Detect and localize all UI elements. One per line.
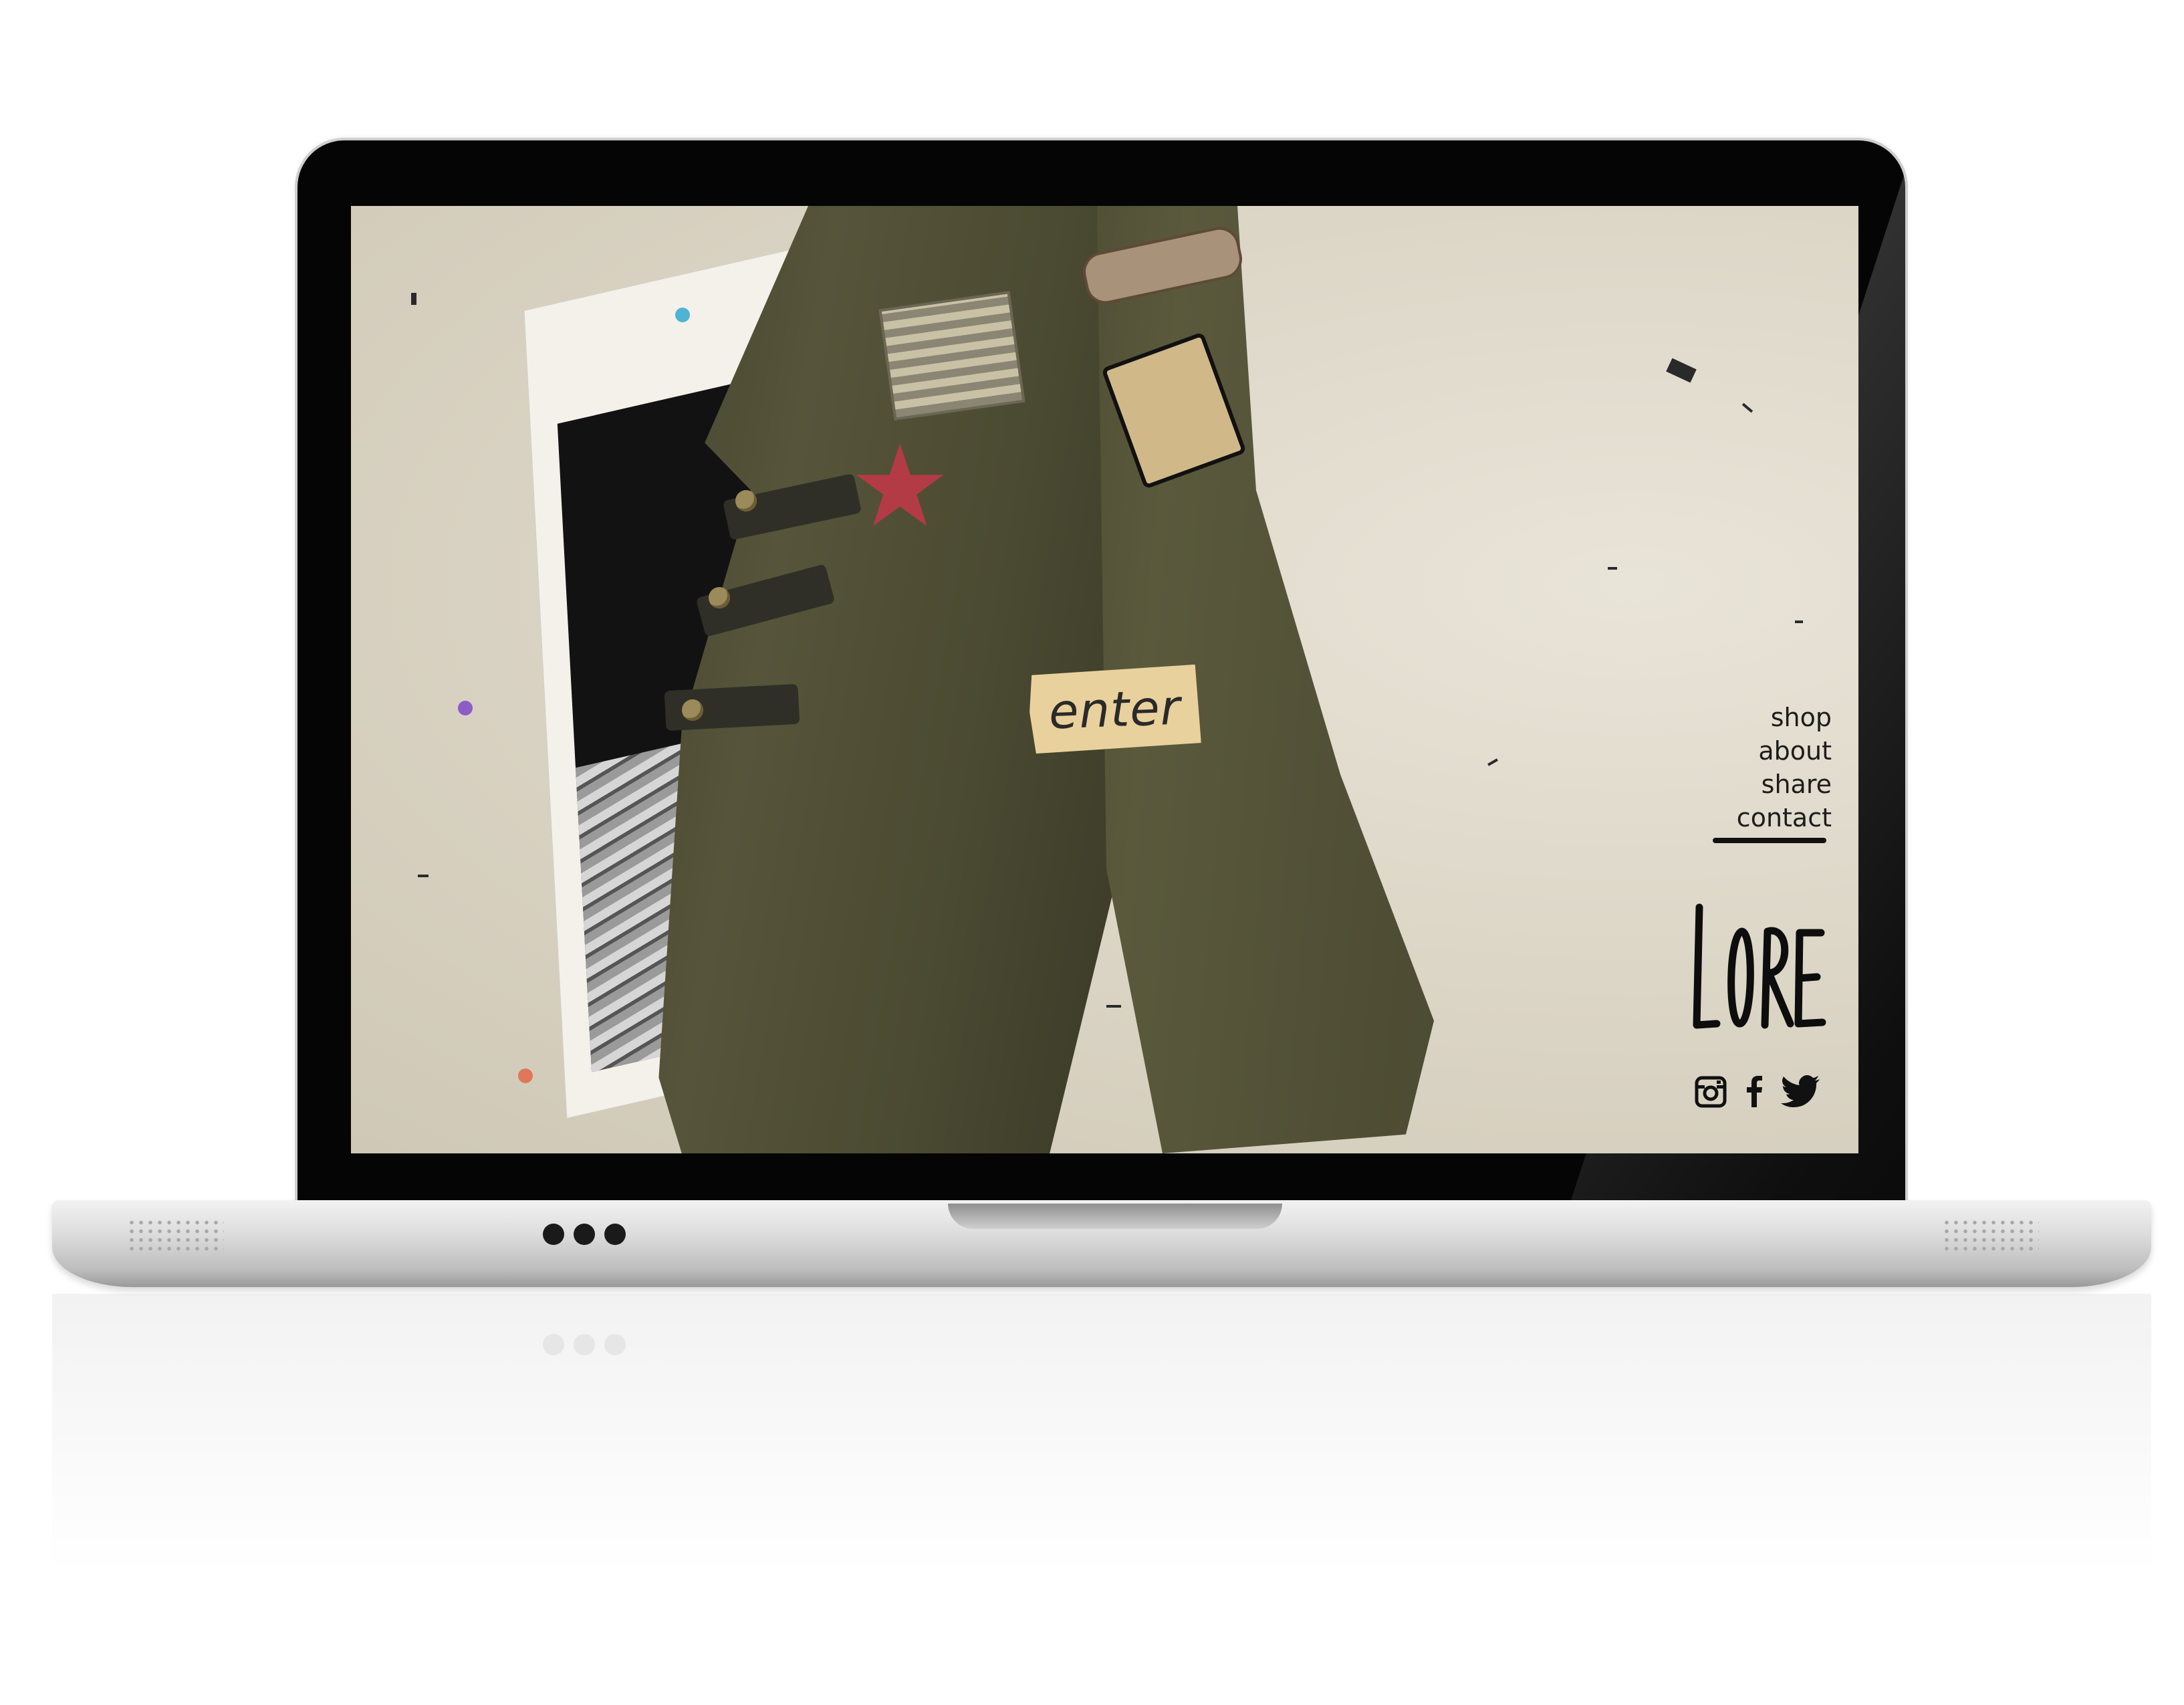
wall-speck <box>1106 1005 1121 1008</box>
wall-speck <box>1608 567 1617 570</box>
snap-button <box>735 490 757 511</box>
nav-item-shop[interactable]: shop <box>1737 701 1832 734</box>
facebook-icon[interactable] <box>1745 1075 1764 1109</box>
speaker-grille-left <box>127 1218 224 1253</box>
pagination-dot[interactable] <box>574 1224 595 1245</box>
laptop-hinge-notch <box>948 1204 1282 1229</box>
nav-divider <box>1713 838 1826 843</box>
twitter-icon[interactable] <box>1781 1075 1821 1109</box>
reflected-dot <box>604 1334 626 1355</box>
speaker-grille-right <box>1942 1218 2039 1253</box>
lore-logo[interactable] <box>1690 898 1830 1038</box>
website-screen: ★ enter shop about share contact <box>351 206 1858 1153</box>
wall-speck <box>418 875 429 877</box>
pagination-dots[interactable] <box>543 1224 626 1245</box>
pushpin <box>675 308 690 322</box>
nav-item-contact[interactable]: contact <box>1737 801 1832 834</box>
nav-item-share[interactable]: share <box>1737 768 1832 801</box>
instagram-icon[interactable] <box>1694 1075 1727 1109</box>
reflected-dot <box>574 1334 595 1355</box>
pagination-dot[interactable] <box>543 1224 564 1245</box>
social-links <box>1694 1075 1821 1109</box>
snap-button <box>709 587 730 608</box>
pagination-dot[interactable] <box>604 1224 626 1245</box>
pushpin <box>518 1068 533 1083</box>
enter-button[interactable]: enter <box>1028 665 1201 754</box>
pushpin <box>458 701 473 715</box>
laptop-reflection <box>52 1294 2151 1695</box>
flag-patch <box>878 291 1025 421</box>
wall-speck <box>411 293 416 305</box>
main-nav: shop about share contact <box>1737 701 1832 834</box>
snap-button <box>682 699 703 721</box>
enter-label: enter <box>1048 679 1182 740</box>
reflected-dot <box>543 1334 564 1355</box>
wall-speck <box>1795 620 1803 623</box>
red-star-patch: ★ <box>849 421 951 553</box>
nav-item-about[interactable]: about <box>1737 734 1832 768</box>
reflected-dots <box>543 1334 626 1355</box>
